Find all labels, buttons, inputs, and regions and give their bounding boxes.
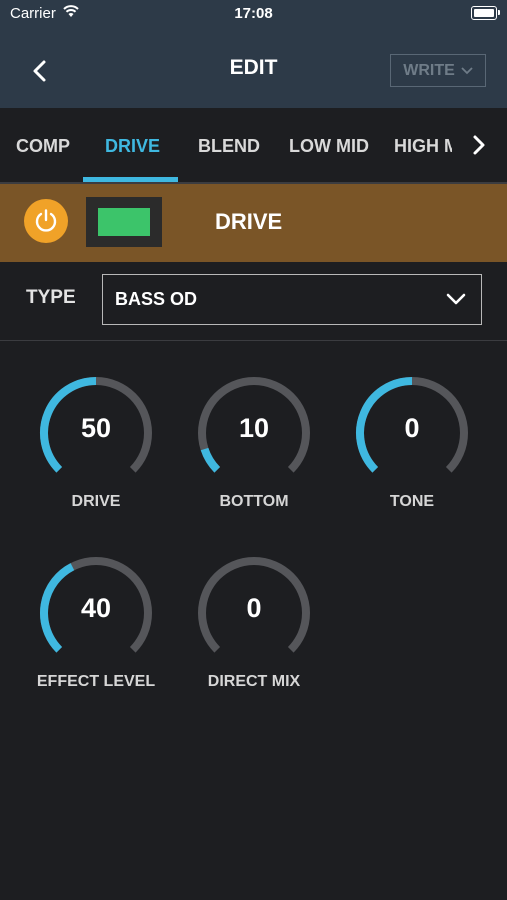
chevron-down-icon — [461, 66, 473, 74]
effect-header-bar: DRIVE — [0, 184, 507, 262]
chevron-down-icon — [446, 293, 466, 305]
power-icon — [35, 209, 57, 232]
tab-low-mid[interactable]: LOW MID — [289, 136, 369, 157]
effect-tabs: COMP DRIVE BLEND LOW MID HIGH MID — [0, 108, 507, 182]
knob-value: 0 — [404, 413, 420, 443]
type-row: TYPE BASS OD — [0, 262, 507, 340]
knob-value: 40 — [80, 593, 112, 623]
write-button-label: WRITE — [403, 61, 455, 79]
knob-tone[interactable]: 0 TONE — [342, 375, 482, 525]
knob-label: DIRECT MIX — [207, 673, 301, 690]
type-dropdown[interactable]: BASS OD — [102, 274, 482, 325]
knob-drive[interactable]: 50 DRIVE — [26, 375, 166, 525]
type-value: BASS OD — [115, 289, 198, 309]
tab-comp[interactable]: COMP — [16, 136, 70, 157]
effect-title: DRIVE — [215, 209, 283, 234]
knob-value: 50 — [80, 413, 112, 443]
status-time: 17:08 — [234, 5, 273, 22]
tab-drive[interactable]: DRIVE — [105, 136, 160, 157]
knob-effect-level[interactable]: 40 EFFECT LEVEL — [26, 555, 166, 705]
write-button[interactable]: WRITE — [390, 54, 486, 87]
status-bar: Carrier 17:08 — [0, 0, 507, 28]
type-label: TYPE — [26, 287, 76, 308]
power-toggle-button[interactable] — [24, 199, 68, 243]
knob-value: 10 — [238, 413, 270, 443]
knob-bottom[interactable]: 10 BOTTOM — [184, 375, 324, 525]
divider — [0, 340, 507, 341]
color-swatch-fill — [98, 208, 150, 236]
effect-color-swatch[interactable] — [86, 197, 162, 247]
knob-label: TONE — [389, 493, 435, 510]
tab-blend[interactable]: BLEND — [198, 136, 260, 157]
tab-high-mid[interactable]: HIGH MID — [394, 136, 452, 157]
knob-direct-mix[interactable]: 0 DIRECT MIX — [184, 555, 324, 705]
chevron-right-icon[interactable] — [470, 134, 488, 156]
knob-label: DRIVE — [71, 493, 121, 510]
knob-label: EFFECT LEVEL — [36, 673, 156, 690]
knob-label: BOTTOM — [219, 493, 289, 510]
battery-icon — [471, 6, 500, 20]
nav-header: Carrier 17:08 EDIT WRITE — [0, 0, 507, 108]
knob-value: 0 — [246, 593, 262, 623]
